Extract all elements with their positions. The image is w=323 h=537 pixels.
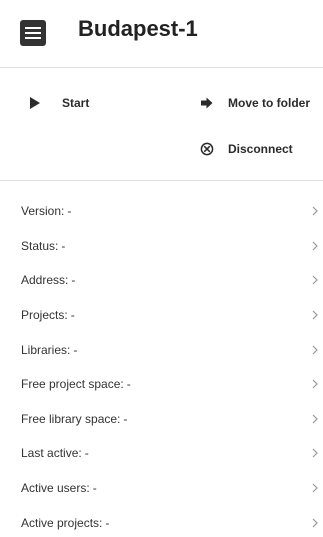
chevron-right-icon (312, 379, 318, 389)
menu-icon[interactable] (20, 20, 46, 46)
info-row-version[interactable]: Version: - (0, 194, 323, 229)
panel-header: Budapest-1 (0, 0, 323, 68)
chevron-right-icon (312, 276, 318, 285)
info-row-status[interactable]: Status: - (0, 229, 323, 264)
info-label: Address: (21, 273, 69, 288)
info-value: - (71, 273, 76, 288)
move-to-folder-label: Move to folder (228, 96, 311, 110)
info-label: Version: (21, 204, 65, 219)
chevron-right-icon (312, 414, 318, 424)
info-label: Active users: (21, 481, 90, 496)
header-divider (0, 67, 323, 68)
info-value: - (73, 342, 78, 357)
page-title: Budapest-1 (78, 16, 198, 41)
server-detail-panel: Budapest-1 Start Move to folder Disconne… (0, 0, 323, 537)
info-label: Projects: (21, 308, 68, 323)
info-label: Status: (21, 238, 59, 253)
server-info-list: Version: - Status: - Address: - Projects… (0, 194, 323, 537)
info-value: - (123, 411, 128, 426)
info-row-projects[interactable]: Projects: - (0, 298, 323, 333)
info-label: Free library space: (21, 411, 121, 426)
info-label: Active projects: (21, 515, 103, 530)
info-label: Last active: (21, 446, 82, 461)
move-to-folder-button[interactable]: Move to folder (200, 93, 310, 113)
disconnect-label: Disconnect (228, 142, 293, 156)
chevron-right-icon (312, 483, 318, 493)
info-value: - (67, 204, 72, 219)
info-row-free-library-space[interactable]: Free library space: - (0, 402, 323, 437)
chevron-right-icon (312, 241, 318, 251)
start-button[interactable]: Start (28, 93, 89, 113)
info-value: - (126, 377, 131, 392)
info-value: - (84, 446, 89, 461)
start-button-label: Start (62, 96, 90, 110)
chevron-right-icon (312, 518, 318, 528)
info-row-active-users[interactable]: Active users: - (0, 471, 323, 506)
arrow-right-icon (200, 96, 214, 110)
info-row-last-active[interactable]: Last active: - (0, 436, 323, 471)
chevron-right-icon (312, 206, 318, 216)
info-value: - (70, 308, 75, 323)
disconnect-button[interactable]: Disconnect (200, 139, 293, 159)
chevron-right-icon (312, 345, 318, 355)
info-value: - (61, 238, 66, 253)
info-row-libraries[interactable]: Libraries: - (0, 332, 323, 367)
chevron-right-icon (312, 310, 318, 320)
info-row-address[interactable]: Address: - (0, 263, 323, 298)
info-row-free-project-space[interactable]: Free project space: - (0, 367, 323, 402)
section-divider (0, 180, 323, 181)
info-label: Free project space: (21, 377, 124, 392)
disconnect-icon (200, 142, 214, 156)
play-icon (28, 96, 42, 110)
info-row-active-projects[interactable]: Active projects: - (0, 505, 323, 537)
info-label: Libraries: (21, 342, 71, 357)
info-value: - (105, 515, 110, 530)
info-value: - (92, 481, 97, 496)
chevron-right-icon (312, 449, 318, 458)
